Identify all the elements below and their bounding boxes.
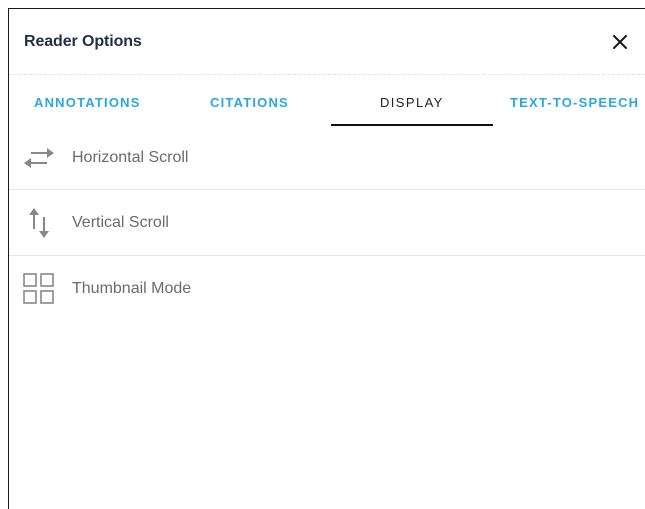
option-label: Horizontal Scroll	[72, 149, 189, 166]
tab-bar: ANNOTATIONS CITATIONS DISPLAY TEXT-TO-SP…	[9, 75, 645, 127]
close-icon	[613, 35, 627, 49]
thumbnail-grid-icon	[23, 273, 54, 304]
active-tab-indicator	[331, 124, 493, 126]
option-vertical-scroll[interactable]: Vertical Scroll	[9, 190, 645, 256]
dialog-title: Reader Options	[24, 33, 142, 50]
option-label: Thumbnail Mode	[72, 280, 192, 297]
display-options-list: Horizontal Scroll Vertical Scroll Thumbn…	[9, 127, 645, 322]
close-button[interactable]	[609, 31, 631, 53]
dialog-header: Reader Options	[9, 9, 645, 75]
tab-text-to-speech[interactable]: TEXT-TO-SPEECH	[510, 95, 639, 110]
option-horizontal-scroll[interactable]: Horizontal Scroll	[9, 127, 645, 190]
option-label: Vertical Scroll	[72, 214, 169, 231]
tab-annotations[interactable]: ANNOTATIONS	[34, 95, 141, 110]
tab-display[interactable]: DISPLAY	[380, 95, 444, 110]
reader-options-dialog: Reader Options ANNOTATIONS CITATIONS DIS…	[8, 8, 645, 509]
tab-citations[interactable]: CITATIONS	[210, 95, 289, 110]
horizontal-arrows-icon	[24, 148, 54, 168]
vertical-arrows-icon	[29, 208, 49, 238]
option-thumbnail-mode[interactable]: Thumbnail Mode	[9, 256, 645, 322]
